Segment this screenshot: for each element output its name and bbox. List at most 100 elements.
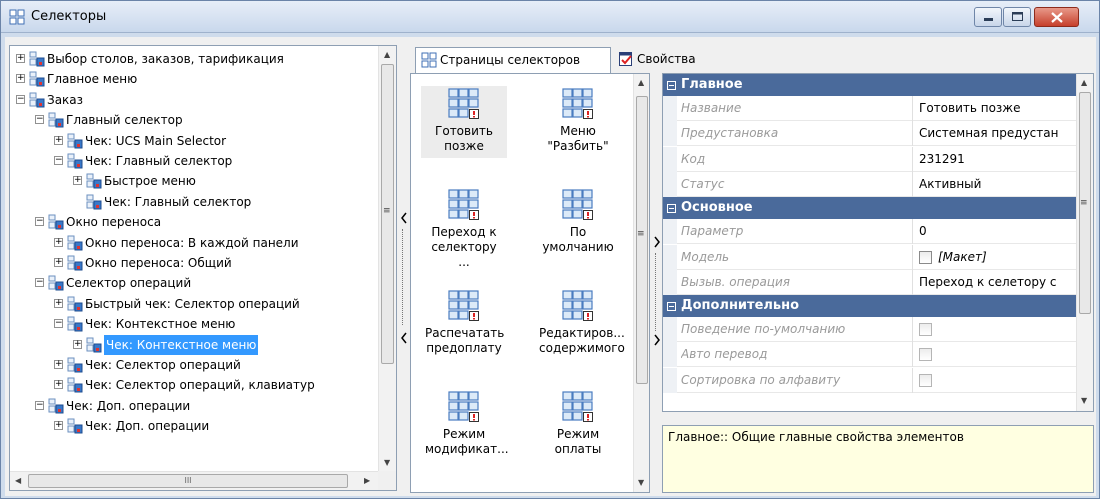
property-checkbox[interactable] (919, 373, 932, 387)
scroll-down-arrow-icon[interactable]: ▼ (638, 478, 644, 487)
selector-page-item[interactable]: Переход к селектору ... (421, 187, 507, 274)
selector-page-item[interactable]: Распечатать предоплату (421, 288, 507, 360)
property-value[interactable] (919, 317, 1074, 342)
property-row[interactable]: Поведение по-умолчанию (663, 317, 1076, 343)
scroll-down-arrow-icon[interactable]: ▼ (384, 458, 390, 467)
properties-vertical-scrollbar[interactable]: ▲ ≡ ▼ (1076, 74, 1093, 411)
maximize-button[interactable] (1003, 7, 1031, 27)
expand-right-icon-2[interactable] (653, 333, 661, 347)
tree-item[interactable]: − Чек: Контекстное меню (10, 314, 378, 334)
property-row[interactable]: Авто перевод (663, 342, 1076, 368)
tree-item[interactable]: + Быстрое меню (10, 171, 378, 191)
property-value[interactable]: 0 (919, 219, 1074, 244)
scroll-up-arrow-icon[interactable]: ▲ (638, 78, 644, 87)
expand-icon[interactable]: + (54, 258, 63, 267)
tree-item[interactable]: − Чек: Главный селектор (10, 151, 378, 171)
property-category[interactable]: Основное (663, 197, 1076, 220)
property-row[interactable]: Предустановка Системная предустан (663, 121, 1076, 147)
tree-horizontal-scrollbar[interactable]: ◀ III ▶ (10, 471, 378, 490)
tree-item[interactable]: + Главное меню (10, 69, 378, 89)
expand-icon[interactable]: + (54, 380, 63, 390)
expand-icon[interactable]: + (16, 74, 25, 84)
selectors-vscroll-thumb[interactable] (636, 96, 648, 384)
property-row[interactable]: Параметр 0 (663, 219, 1076, 245)
tree-item[interactable]: − Селектор операций (10, 273, 378, 293)
property-row[interactable]: Вызыв. операция Переход к селетору с (663, 269, 1076, 295)
property-checkbox[interactable] (919, 250, 932, 264)
property-row[interactable]: Название Готовить позже (663, 96, 1076, 121)
expand-icon[interactable]: + (54, 360, 63, 369)
scroll-down-arrow-icon[interactable]: ▼ (1081, 396, 1087, 405)
tree-item[interactable]: + Окно переноса: В каждой панели (10, 233, 378, 253)
property-value[interactable]: Готовить позже (919, 96, 1074, 121)
expand-icon[interactable]: + (73, 339, 82, 349)
property-value[interactable] (919, 342, 1074, 367)
expand-right-icon[interactable] (653, 235, 661, 249)
property-value[interactable]: Переход к селетору с (919, 270, 1074, 295)
collapse-left-icon-2[interactable] (400, 331, 408, 345)
collapse-category-icon[interactable] (667, 81, 676, 90)
expand-icon[interactable]: + (54, 135, 63, 145)
property-category[interactable]: Главное (663, 74, 1076, 96)
expand-icon[interactable]: + (16, 54, 25, 63)
collapse-icon[interactable]: − (35, 278, 44, 288)
selector-page-item[interactable]: По умолчанию (535, 187, 621, 259)
tree-hscroll-thumb[interactable]: III (28, 474, 348, 488)
selector-page-item[interactable]: Редактиров... содержимого (535, 288, 625, 360)
property-value[interactable]: 231291 (919, 147, 1074, 172)
collapse-icon[interactable]: − (35, 217, 44, 227)
tree-vertical-scrollbar[interactable]: ▲ ≡ ▼ (378, 46, 396, 471)
expand-icon[interactable]: + (54, 421, 63, 431)
tree-item[interactable]: Чек: Главный селектор (10, 192, 378, 212)
collapse-icon[interactable]: − (54, 156, 63, 165)
collapse-left-icon[interactable] (400, 211, 408, 225)
collapse-icon[interactable]: − (16, 94, 25, 104)
scroll-up-arrow-icon[interactable]: ▲ (384, 50, 390, 59)
tree-item[interactable]: − Заказ (10, 90, 378, 110)
close-button[interactable] (1034, 7, 1079, 27)
tab-properties[interactable]: Свойства (613, 47, 723, 71)
tree-item[interactable]: + Чек: Доп. операции (10, 416, 378, 436)
scroll-up-arrow-icon[interactable]: ▲ (1081, 78, 1087, 87)
property-value[interactable] (919, 368, 1074, 393)
property-value[interactable]: Активный (919, 172, 1074, 197)
selector-page-item[interactable]: Готовить позже (421, 86, 507, 158)
expand-icon[interactable]: + (54, 237, 63, 247)
tree-item[interactable]: + Чек: Селектор операций, клавиатур (10, 375, 378, 395)
tree-item[interactable]: + Окно переноса: Общий (10, 253, 378, 273)
scroll-right-arrow-icon[interactable]: ▶ (364, 476, 370, 485)
tab-selector-pages[interactable]: Страницы селекторов (415, 47, 611, 73)
property-value[interactable]: [Макет] (919, 245, 1074, 270)
collapse-icon[interactable]: − (35, 400, 44, 410)
left-splitter[interactable] (399, 45, 407, 491)
tree-item[interactable]: − Главный селектор (10, 110, 378, 130)
collapse-icon[interactable]: − (35, 115, 44, 125)
property-checkbox[interactable] (919, 323, 932, 337)
property-row[interactable]: Сортировка по алфавиту (663, 367, 1076, 393)
property-category[interactable]: Дополнительно (663, 295, 1076, 318)
tree-item[interactable]: + Быстрый чек: Селектор операций (10, 294, 378, 314)
property-value[interactable]: Системная предустан (919, 121, 1074, 146)
tree-item[interactable]: − Чек: Доп. операции (10, 396, 378, 416)
property-row[interactable]: Код 231291 (663, 146, 1076, 172)
tree-item[interactable]: + Чек: Контекстное меню (10, 333, 378, 356)
tree-item[interactable]: + Выбор столов, заказов, тарификация (10, 49, 378, 69)
property-checkbox[interactable] (919, 348, 932, 362)
selector-page-item[interactable]: Режим оплаты (535, 389, 621, 461)
property-row[interactable]: Модель [Макет] (663, 244, 1076, 270)
selectors-vertical-scrollbar[interactable]: ▲ ≡ ▼ (633, 74, 649, 492)
tree-item[interactable]: + Чек: Селектор операций (10, 355, 378, 375)
property-row[interactable]: Статус Активный (663, 171, 1076, 197)
expand-icon[interactable]: + (54, 298, 63, 308)
selector-page-item[interactable]: Режим модификат... (421, 389, 509, 461)
selectors-tree[interactable]: + Выбор столов, заказов, тарификация + Глав… (9, 45, 397, 491)
scroll-left-arrow-icon[interactable]: ◀ (15, 476, 21, 485)
tree-item[interactable]: + Чек: UCS Main Selector (10, 131, 378, 151)
collapse-category-icon[interactable] (667, 204, 676, 214)
collapse-icon[interactable]: − (54, 319, 63, 329)
selector-page-item[interactable]: Меню "Разбить" (535, 86, 621, 158)
minimize-button[interactable] (974, 7, 1002, 27)
collapse-category-icon[interactable] (667, 302, 676, 312)
tree-item[interactable]: − Окно переноса (10, 212, 378, 232)
right-splitter[interactable] (652, 73, 660, 493)
